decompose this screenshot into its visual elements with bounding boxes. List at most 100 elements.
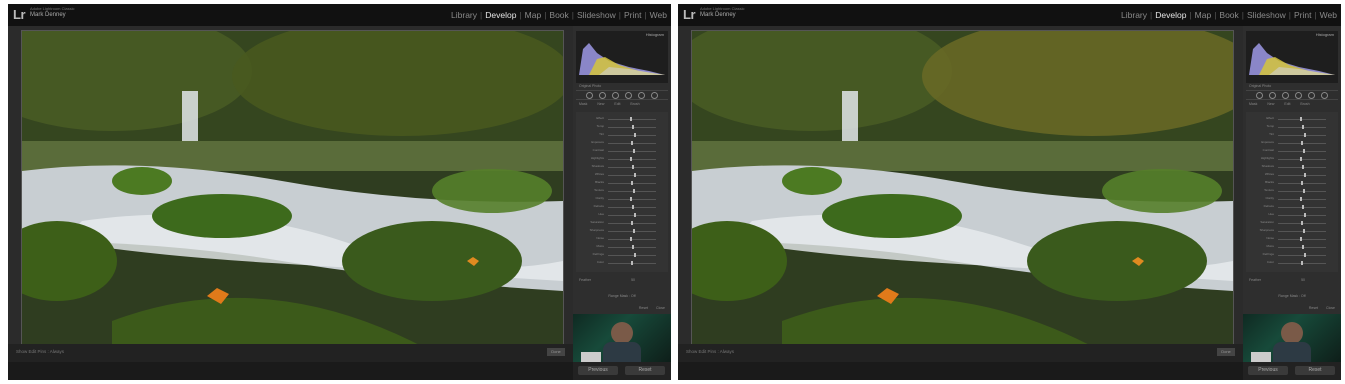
slider-hue[interactable]: Hue	[580, 212, 664, 218]
slider-knob[interactable]	[1302, 205, 1304, 209]
slider-track[interactable]	[608, 159, 656, 160]
slider-contrast[interactable]: Contrast	[580, 148, 664, 154]
slider-temp[interactable]: Temp	[1250, 124, 1334, 130]
module-book[interactable]: Book	[549, 10, 568, 20]
graduated-filter-icon[interactable]	[625, 92, 632, 99]
slider-knob[interactable]	[634, 253, 636, 257]
slider-hue[interactable]: Hue	[1250, 212, 1334, 218]
slider-track[interactable]	[608, 175, 656, 176]
range-mask-select[interactable]: Range Mask : Off	[1249, 294, 1335, 298]
slider-track[interactable]	[1278, 231, 1326, 232]
slider-track[interactable]	[608, 239, 656, 240]
slider-knob[interactable]	[631, 181, 633, 185]
module-web[interactable]: Web	[650, 10, 667, 20]
slider-temp[interactable]: Temp	[580, 124, 664, 130]
slider-saturation[interactable]: Saturation	[1250, 220, 1334, 226]
reset-button[interactable]: Reset	[625, 366, 665, 375]
slider-sharpness[interactable]: Sharpness	[580, 228, 664, 234]
slider-knob[interactable]	[1300, 157, 1302, 161]
slider-knob[interactable]	[632, 205, 634, 209]
slider-knob[interactable]	[1304, 173, 1306, 177]
slider-highlights[interactable]: Highlights	[580, 156, 664, 162]
slider-moire[interactable]: Moire	[580, 244, 664, 250]
slider-track[interactable]	[1278, 119, 1326, 120]
slider-knob[interactable]	[634, 213, 636, 217]
mask-tab-brush[interactable]: Brush	[1300, 102, 1309, 106]
spot-removal-icon[interactable]	[1269, 92, 1276, 99]
photo-preview[interactable]	[691, 30, 1234, 358]
slider-knob[interactable]	[633, 149, 635, 153]
slider-track[interactable]	[1278, 255, 1326, 256]
done-button[interactable]: Done	[1217, 348, 1235, 356]
crop-icon[interactable]	[586, 92, 593, 99]
slider-knob[interactable]	[1302, 125, 1304, 129]
slider-track[interactable]	[608, 191, 656, 192]
slider-knob[interactable]	[1303, 229, 1305, 233]
module-library[interactable]: Library	[451, 10, 477, 20]
slider-track[interactable]	[608, 255, 656, 256]
mask-reset-button[interactable]: Reset	[639, 306, 648, 310]
slider-track[interactable]	[1278, 151, 1326, 152]
slider-track[interactable]	[1278, 215, 1326, 216]
slider-knob[interactable]	[1303, 189, 1305, 193]
module-slideshow[interactable]: Slideshow	[577, 10, 616, 20]
slider-exposure[interactable]: Exposure	[1250, 140, 1334, 146]
histogram-title[interactable]: Histogram	[646, 32, 664, 37]
module-book[interactable]: Book	[1219, 10, 1238, 20]
slider-knob[interactable]	[1300, 197, 1302, 201]
slider-whites[interactable]: Whites	[580, 172, 664, 178]
slider-texture[interactable]: Texture	[1250, 188, 1334, 194]
slider-knob[interactable]	[630, 157, 632, 161]
slider-knob[interactable]	[1300, 117, 1302, 121]
slider-blacks[interactable]: Blacks	[1250, 180, 1334, 186]
slider-tint[interactable]: Tint	[1250, 132, 1334, 138]
module-map[interactable]: Map	[1195, 10, 1212, 20]
mask-tab-mask[interactable]: Mask	[1249, 102, 1257, 106]
slider-color[interactable]: Color	[580, 260, 664, 266]
slider-dehaze[interactable]: Dehaze	[580, 204, 664, 210]
slider-blacks[interactable]: Blacks	[580, 180, 664, 186]
slider-defringe[interactable]: Defringe	[1250, 252, 1334, 258]
slider-knob[interactable]	[632, 165, 634, 169]
module-web[interactable]: Web	[1320, 10, 1337, 20]
slider-knob[interactable]	[632, 245, 634, 249]
module-map[interactable]: Map	[525, 10, 542, 20]
feather-row[interactable]: Feather 50	[579, 278, 635, 282]
module-slideshow[interactable]: Slideshow	[1247, 10, 1286, 20]
slider-exposure[interactable]: Exposure	[580, 140, 664, 146]
slider-knob[interactable]	[630, 117, 632, 121]
mask-close-button[interactable]: Close	[656, 306, 665, 310]
slider-noise[interactable]: Noise	[1250, 236, 1334, 242]
slider-effect[interactable]: Effect	[580, 116, 664, 122]
slider-knob[interactable]	[1303, 149, 1305, 153]
slider-knob[interactable]	[1304, 213, 1306, 217]
slider-track[interactable]	[608, 151, 656, 152]
slider-shadows[interactable]: Shadows	[1250, 164, 1334, 170]
slider-knob[interactable]	[1300, 237, 1302, 241]
slider-sharpness[interactable]: Sharpness	[1250, 228, 1334, 234]
slider-moire[interactable]: Moire	[1250, 244, 1334, 250]
mask-tab-new[interactable]: New	[1267, 102, 1274, 106]
radial-filter-icon[interactable]	[1308, 92, 1315, 99]
done-button[interactable]: Done	[547, 348, 565, 356]
reset-button[interactable]: Reset	[1295, 366, 1335, 375]
slider-tint[interactable]: Tint	[580, 132, 664, 138]
slider-knob[interactable]	[1301, 141, 1303, 145]
slider-defringe[interactable]: Defringe	[580, 252, 664, 258]
histogram-title[interactable]: Histogram	[1316, 32, 1334, 37]
slider-clarity[interactable]: Clarity	[580, 196, 664, 202]
slider-saturation[interactable]: Saturation	[580, 220, 664, 226]
slider-track[interactable]	[1278, 159, 1326, 160]
module-print[interactable]: Print	[624, 10, 641, 20]
slider-track[interactable]	[608, 231, 656, 232]
slider-knob[interactable]	[1301, 181, 1303, 185]
radial-filter-icon[interactable]	[638, 92, 645, 99]
slider-track[interactable]	[1278, 175, 1326, 176]
red-eye-icon[interactable]	[1282, 92, 1289, 99]
show-edit-pins-select[interactable]: Show Edit Pins : Always	[686, 349, 734, 354]
feather-row[interactable]: Feather 50	[1249, 278, 1305, 282]
slider-knob[interactable]	[631, 221, 633, 225]
module-develop[interactable]: Develop	[1155, 10, 1186, 20]
module-develop[interactable]: Develop	[485, 10, 516, 20]
range-mask-select[interactable]: Range Mask : Off	[579, 294, 665, 298]
